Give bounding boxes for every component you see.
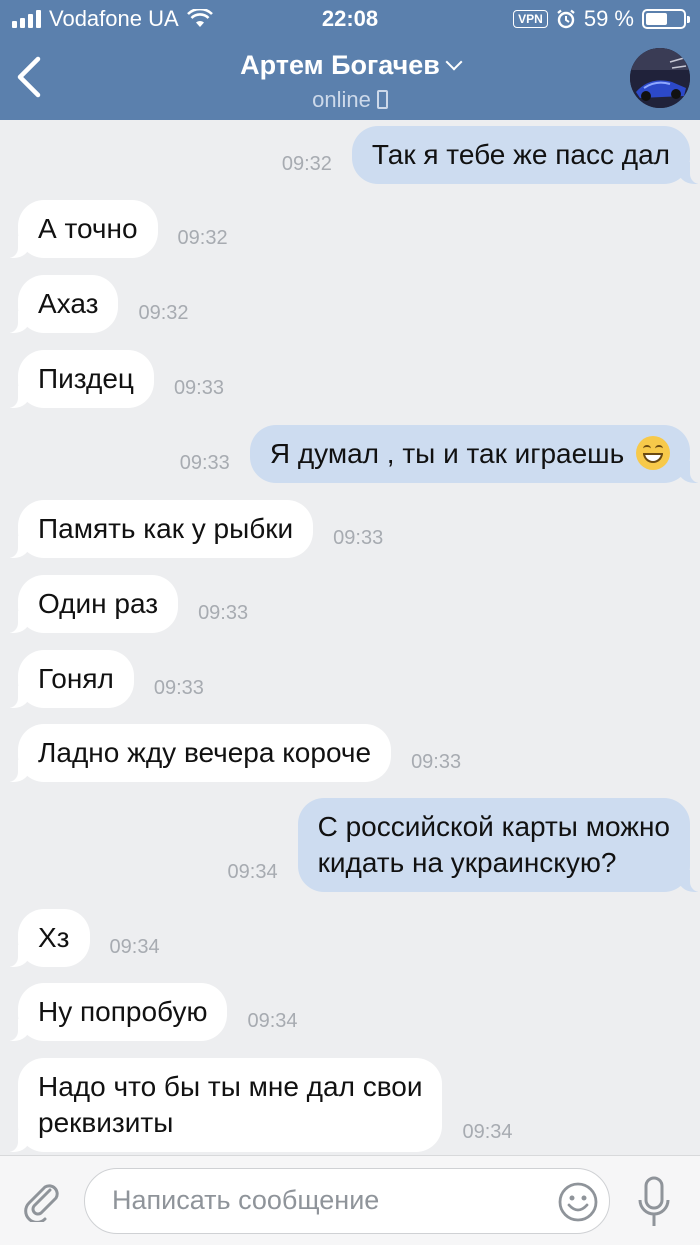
message-bubble[interactable]: Хз (6, 909, 90, 967)
chevron-down-icon (445, 53, 463, 71)
message-text: Память как у рыбки (38, 513, 294, 544)
message-time: 09:32 (281, 153, 332, 175)
avatar-image (630, 48, 690, 108)
message-text: Надо что бы ты мне дал свои реквизиты (38, 1071, 423, 1138)
message-time: 09:33 (411, 751, 462, 773)
message-bubble[interactable]: Пиздец (6, 350, 154, 408)
microphone-icon[interactable] (636, 1176, 672, 1228)
contact-name-text: Артем Богачев (240, 50, 440, 80)
message-text: С российской карты можно кидать на украи… (317, 811, 670, 878)
message-text: Один раз (38, 588, 159, 619)
battery-percent: 59 % (583, 6, 634, 31)
message-row: Ну попробую 09:34 (5, 983, 298, 1041)
message-time: 09:33 (153, 677, 204, 699)
message-row: А точно 09:32 (6, 200, 228, 258)
online-status-text: online (312, 87, 371, 112)
message-row: 09:32 Так я тебе же пасс дал (281, 126, 700, 184)
mobile-phone-icon (376, 90, 388, 109)
contact-status: online (0, 87, 700, 113)
status-right: VPN 59 % (513, 6, 690, 32)
message-row: Один раз 09:33 (5, 575, 249, 633)
message-time: 09:34 (462, 1121, 513, 1143)
message-time: 09:33 (333, 527, 384, 549)
message-time: 09:34 (227, 861, 278, 883)
contact-info[interactable]: Артем Богачев online (0, 50, 700, 113)
message-row: 09:33 Я думал , ты и так играешь (179, 425, 700, 483)
message-row: Пиздец 09:33 (6, 350, 224, 408)
message-bubble[interactable]: Так я тебе же пасс дал (351, 126, 700, 184)
contact-name[interactable]: Артем Богачев (0, 50, 700, 81)
message-time: 09:34 (247, 1010, 298, 1032)
message-text: Ну попробую (38, 996, 208, 1027)
message-text: Я думал , ты и так играешь (269, 436, 670, 470)
message-row: Надо что бы ты мне дал свои реквизиты 09… (5, 1058, 513, 1152)
message-time: 09:32 (177, 227, 228, 249)
message-time: 09:33 (173, 377, 224, 399)
message-text: Пиздец (38, 363, 134, 394)
grinning-face-emoji-icon (636, 436, 670, 470)
message-text: Гонял (38, 663, 114, 694)
message-composer: Написать сообщение (0, 1155, 700, 1245)
message-text: Хз (38, 922, 70, 953)
alarm-icon (557, 9, 575, 29)
battery-fill (646, 13, 667, 25)
message-row: Память как у рыбки 09:33 (5, 500, 384, 558)
message-time: 09:33 (179, 452, 230, 474)
message-bubble[interactable]: Гонял (6, 650, 134, 708)
message-bubble[interactable]: С российской карты можно кидать на украи… (297, 798, 700, 892)
message-text: Так я тебе же пасс дал (371, 139, 670, 170)
message-text-content: Я думал , ты и так играешь (269, 438, 625, 469)
vpn-badge: VPN (513, 10, 548, 28)
message-bubble[interactable]: Память как у рыбки (5, 500, 314, 558)
message-text: Ахаз (38, 288, 99, 319)
message-text: А точно (38, 213, 138, 244)
message-time: 09:32 (138, 302, 189, 324)
message-bubble[interactable]: Я думал , ты и так играешь (249, 425, 700, 483)
message-row: Хз 09:34 (6, 909, 160, 967)
message-row: Ахаз 09:32 (5, 275, 189, 333)
status-bar: Vodafone UA 22:08 VPN 59 % (0, 0, 700, 40)
battery-icon (642, 9, 690, 29)
message-bubble[interactable]: Один раз (5, 575, 179, 633)
message-text: Ладно жду вечера короче (38, 737, 372, 768)
chat-header: Vodafone UA 22:08 VPN 59 % Артем Богачев… (0, 0, 700, 120)
message-list[interactable]: 09:32 Так я тебе же пасс дал А точно 09:… (0, 120, 700, 1155)
message-bubble[interactable]: Ну попробую (5, 983, 228, 1041)
message-bubble[interactable]: Ахаз (5, 275, 119, 333)
attach-icon[interactable] (20, 1178, 64, 1222)
avatar[interactable] (630, 48, 690, 108)
message-row: Гонял 09:33 (6, 650, 204, 708)
message-bubble[interactable]: Надо что бы ты мне дал свои реквизиты (5, 1058, 443, 1152)
message-row: 09:34 С российской карты можно кидать на… (227, 798, 700, 892)
message-time: 09:34 (109, 936, 160, 958)
message-row: Ладно жду вечера короче 09:33 (5, 724, 462, 782)
message-bubble[interactable]: Ладно жду вечера короче (5, 724, 392, 782)
message-time: 09:33 (198, 602, 249, 624)
message-input[interactable]: Написать сообщение (84, 1168, 610, 1234)
message-bubble[interactable]: А точно (6, 200, 158, 258)
emoji-icon[interactable] (558, 1182, 598, 1222)
